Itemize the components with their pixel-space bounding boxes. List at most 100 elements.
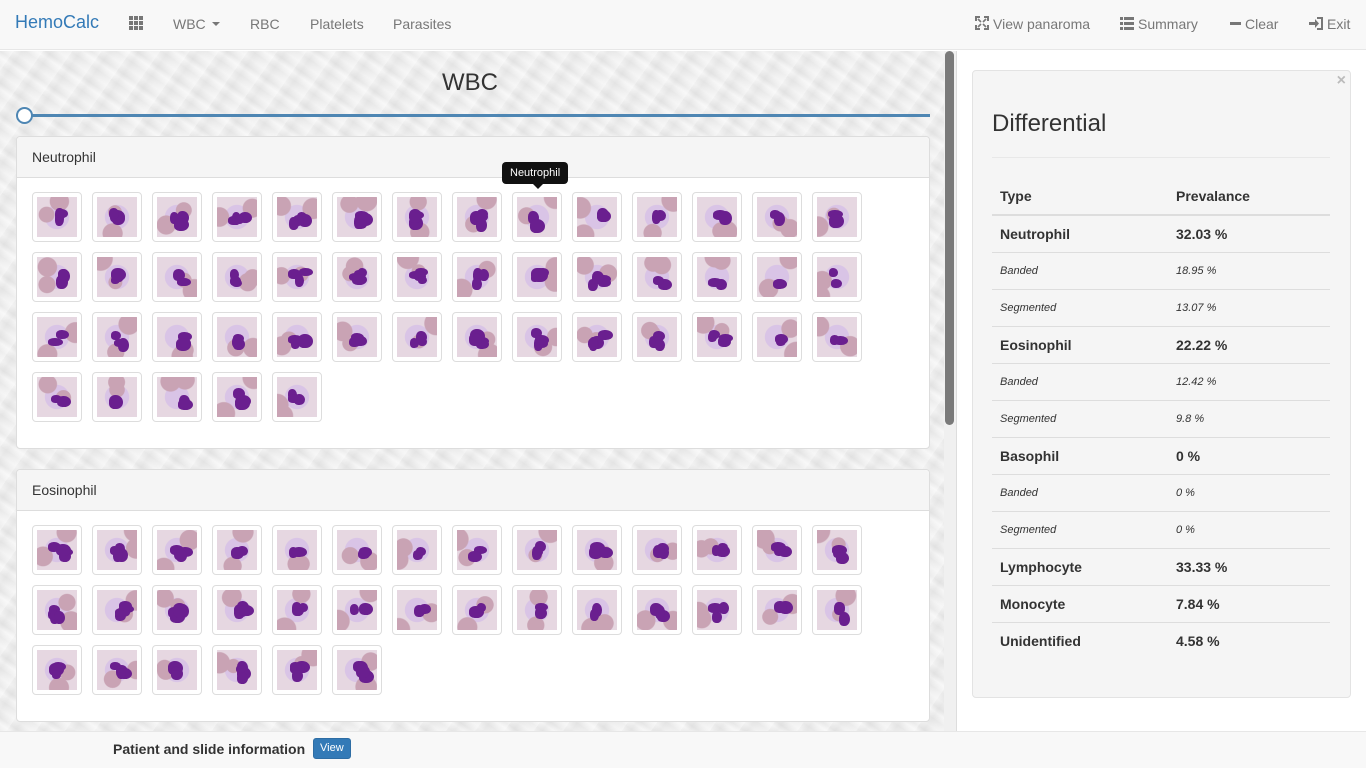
nav-wbc-dropdown[interactable]: WBC <box>173 16 220 32</box>
cell-thumbnail[interactable] <box>392 252 442 302</box>
cell-thumbnail[interactable] <box>512 192 562 242</box>
cell-thumbnail[interactable] <box>572 525 622 575</box>
cell-thumbnail[interactable] <box>752 525 802 575</box>
cell-thumbnail[interactable] <box>32 252 82 302</box>
slider-track[interactable] <box>24 114 930 117</box>
exit-button[interactable]: Exit <box>1309 16 1350 32</box>
cell-thumbnail[interactable] <box>212 252 262 302</box>
cell-thumbnail[interactable] <box>92 525 142 575</box>
cell-thumbnail[interactable] <box>272 645 322 695</box>
cell-thumbnail[interactable] <box>692 192 742 242</box>
cell-thumbnail[interactable] <box>92 252 142 302</box>
brand-logo[interactable]: HemoCalc <box>15 12 99 33</box>
cell-thumbnail[interactable] <box>572 585 622 635</box>
cell-thumbnail[interactable] <box>632 192 682 242</box>
cell-thumbnail[interactable] <box>752 252 802 302</box>
cell-thumbnail[interactable] <box>392 312 442 362</box>
cell-thumbnail[interactable] <box>152 312 202 362</box>
nav-parasites[interactable]: Parasites <box>393 16 451 32</box>
cell-thumbnail[interactable] <box>812 525 862 575</box>
cell-thumbnail[interactable] <box>32 645 82 695</box>
cell-type: Unidentified <box>992 621 1168 659</box>
cell-thumbnail[interactable] <box>512 585 562 635</box>
cell-thumbnail[interactable] <box>692 525 742 575</box>
view-patient-info-button[interactable]: View <box>313 738 351 759</box>
cell-thumbnail[interactable] <box>812 312 862 362</box>
cell-thumbnail[interactable] <box>92 585 142 635</box>
cell-thumbnail[interactable] <box>212 645 262 695</box>
nav-rbc[interactable]: RBC <box>250 16 280 32</box>
cell-thumbnail[interactable] <box>92 372 142 422</box>
cell-thumbnail[interactable] <box>332 585 382 635</box>
summary-button[interactable]: Summary <box>1120 16 1198 32</box>
nav-platelets[interactable]: Platelets <box>310 16 364 32</box>
cell-thumbnail[interactable] <box>692 252 742 302</box>
view-panorama-button[interactable]: View panaroma <box>975 16 1090 32</box>
cell-thumbnail[interactable] <box>272 525 322 575</box>
cell-thumbnail[interactable] <box>392 192 442 242</box>
cell-thumbnail[interactable] <box>332 252 382 302</box>
cell-thumbnail[interactable] <box>32 312 82 362</box>
cell-thumbnail[interactable] <box>32 372 82 422</box>
cell-thumbnail[interactable] <box>512 525 562 575</box>
main-scrollbar-thumb[interactable] <box>945 51 954 425</box>
cell-thumbnail[interactable] <box>572 192 622 242</box>
cell-thumbnail[interactable] <box>152 585 202 635</box>
cell-thumbnail[interactable] <box>272 192 322 242</box>
cell-thumbnail[interactable] <box>332 312 382 362</box>
cell-thumbnail[interactable] <box>812 192 862 242</box>
close-icon[interactable]: × <box>1337 72 1346 90</box>
cell-thumbnail[interactable] <box>332 645 382 695</box>
cell-thumbnail[interactable] <box>152 252 202 302</box>
cell-thumbnail[interactable] <box>512 252 562 302</box>
cell-thumbnail[interactable] <box>392 585 442 635</box>
cell-thumbnail[interactable] <box>332 525 382 575</box>
cell-thumbnail[interactable] <box>452 312 502 362</box>
cell-thumbnail[interactable] <box>632 585 682 635</box>
clear-button[interactable]: Clear <box>1230 16 1278 32</box>
cell-thumbnail[interactable] <box>752 312 802 362</box>
cell-thumbnail[interactable] <box>752 192 802 242</box>
cell-thumbnail[interactable] <box>632 312 682 362</box>
slider-handle[interactable] <box>16 107 33 124</box>
main-scrollbar[interactable] <box>944 51 956 731</box>
cell-thumbnail[interactable] <box>272 372 322 422</box>
cell-thumbnail[interactable] <box>32 525 82 575</box>
cell-thumbnail[interactable] <box>212 372 262 422</box>
cell-thumbnail[interactable] <box>812 252 862 302</box>
cell-thumbnail[interactable] <box>92 312 142 362</box>
cell-thumbnail[interactable] <box>452 525 502 575</box>
cell-thumbnail[interactable] <box>332 192 382 242</box>
cell-thumbnail[interactable] <box>212 525 262 575</box>
cell-thumbnail[interactable] <box>92 192 142 242</box>
cell-thumbnail[interactable] <box>752 585 802 635</box>
cell-thumbnail[interactable] <box>152 525 202 575</box>
cell-thumbnail[interactable] <box>212 585 262 635</box>
cell-thumbnail[interactable] <box>32 585 82 635</box>
cell-thumbnail[interactable] <box>692 585 742 635</box>
cell-thumbnail[interactable] <box>92 645 142 695</box>
cell-thumbnail[interactable] <box>32 192 82 242</box>
cell-thumbnail[interactable] <box>692 312 742 362</box>
cell-thumbnail[interactable] <box>572 252 622 302</box>
cell-thumbnail[interactable] <box>632 525 682 575</box>
cell-thumbnail[interactable] <box>512 312 562 362</box>
cell-thumbnail[interactable] <box>212 192 262 242</box>
cell-thumbnail[interactable] <box>212 312 262 362</box>
cell-thumbnail[interactable] <box>272 585 322 635</box>
cell-thumbnail[interactable] <box>152 645 202 695</box>
cell-thumbnail[interactable] <box>452 192 502 242</box>
cell-thumbnail[interactable] <box>572 312 622 362</box>
cell-thumbnail[interactable] <box>392 525 442 575</box>
cell-thumbnail[interactable] <box>152 372 202 422</box>
cell-thumbnail[interactable] <box>812 585 862 635</box>
cell-thumbnail[interactable] <box>152 192 202 242</box>
cell-thumbnail[interactable] <box>632 252 682 302</box>
nucleus-lobe <box>530 219 545 233</box>
cell-thumbnail[interactable] <box>272 252 322 302</box>
cell-thumbnail[interactable] <box>452 585 502 635</box>
nucleus-lobe <box>290 662 302 671</box>
cell-thumbnail[interactable] <box>272 312 322 362</box>
apps-grid-button[interactable] <box>129 16 147 32</box>
cell-thumbnail[interactable] <box>452 252 502 302</box>
